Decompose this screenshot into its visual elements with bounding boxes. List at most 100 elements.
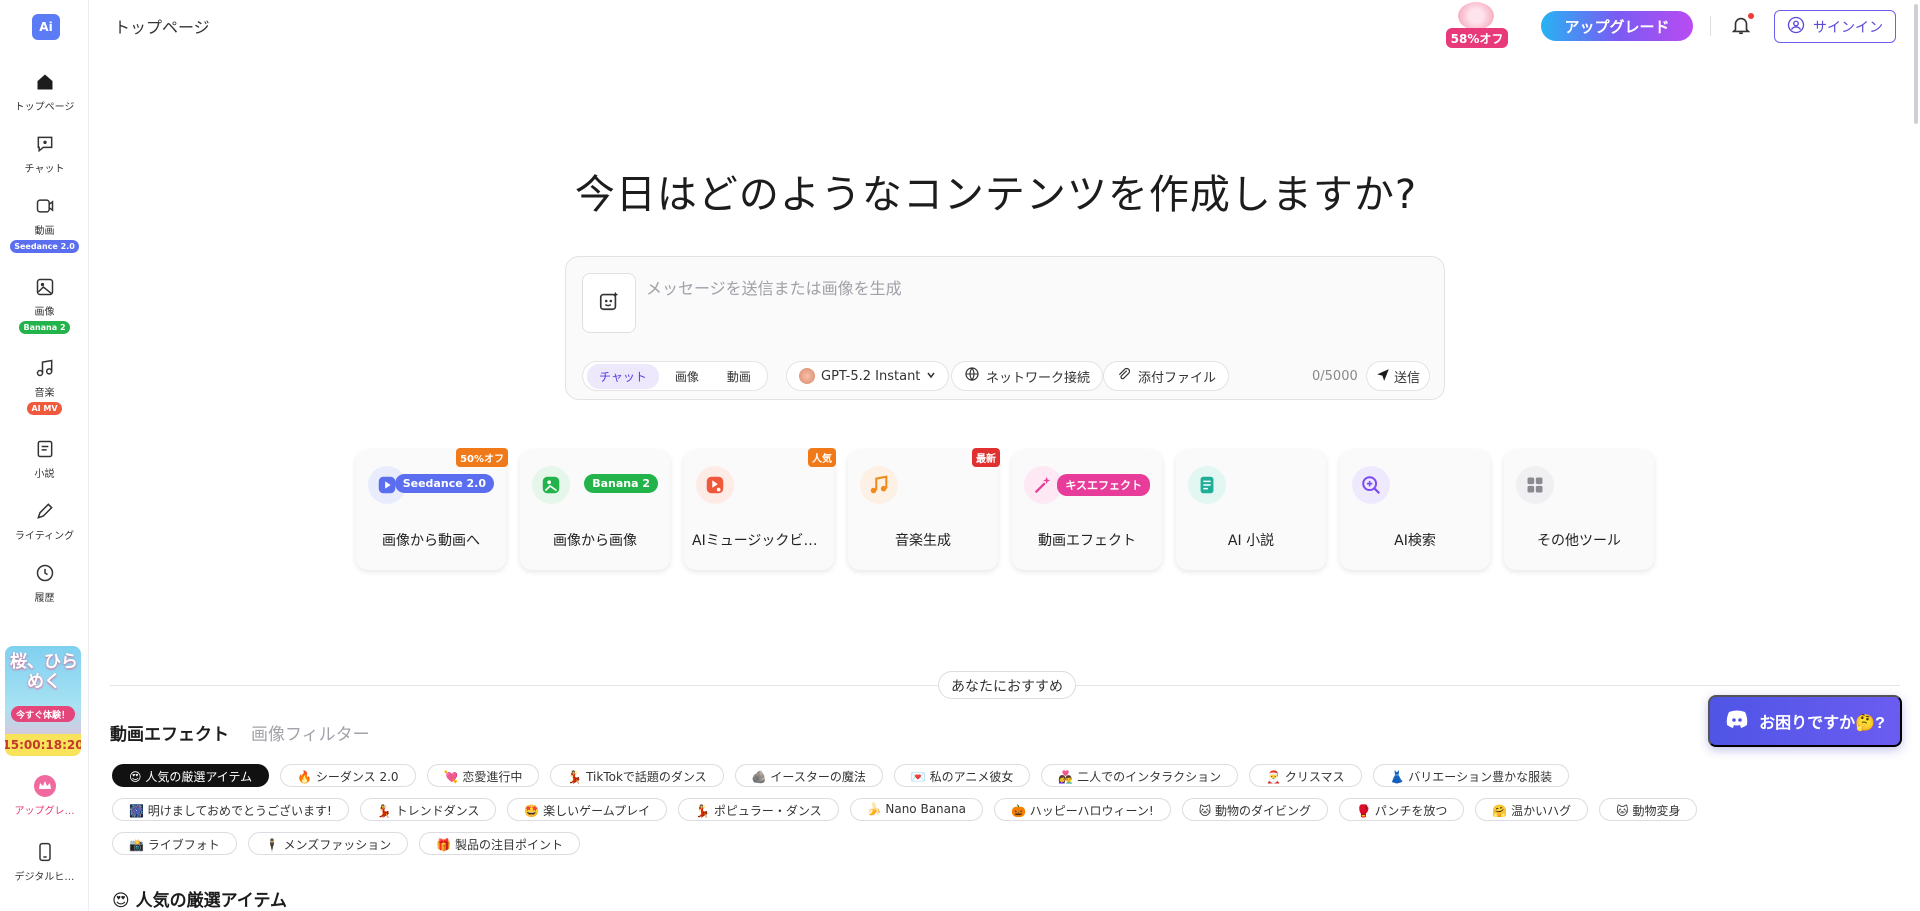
tool-card-label: 画像から動画へ — [382, 533, 480, 549]
ai-mv-badge: AI MV — [27, 402, 62, 415]
tool-card-video-effects[interactable]: キスエフェクト 動画エフェクト — [1012, 450, 1162, 570]
tool-card-ai-novel[interactable]: AI 小説 — [1176, 450, 1326, 570]
category-chip[interactable]: 💃 TikTokで話題のダンス — [550, 764, 724, 787]
sidebar-item-video[interactable]: 動画 Seedance 2.0 — [0, 194, 89, 253]
magic-wand-icon — [1024, 466, 1062, 504]
sidebar-item-music[interactable]: 音楽 AI MV — [0, 356, 89, 415]
signin-button[interactable]: サインイン — [1774, 10, 1896, 43]
send-label: 送信 — [1393, 369, 1420, 385]
category-chip[interactable]: 🎁 製品の注目ポイント — [419, 832, 581, 855]
banana-badge: Banana 2 — [19, 321, 70, 334]
category-chip[interactable]: 👩‍❤️‍👨 二人でのインタラクション — [1041, 764, 1239, 787]
tool-card-music-generation[interactable]: 最新 音楽生成 — [848, 448, 1000, 570]
category-chip[interactable]: 🤗 温かいハグ — [1475, 798, 1589, 821]
message-input[interactable] — [646, 273, 1426, 303]
category-chip[interactable]: 💌 私のアニメ彼女 — [893, 764, 1031, 787]
tool-card-image-to-image[interactable]: Banana 2 画像から画像 — [520, 450, 670, 570]
sidebar-item-label: 音楽 — [34, 388, 55, 399]
category-chips: 😍 人気の厳選アイテム 🔥 シーダンス 2.0 💘 恋愛進行中 💃 TikTok… — [112, 764, 1812, 855]
category-chip[interactable]: 🎆 明けましておめでとうございます! — [112, 798, 349, 821]
notification-button[interactable] — [1730, 13, 1754, 39]
model-name: GPT-5.2 Instant — [821, 368, 921, 384]
category-chip[interactable]: 🪨 イースターの魔法 — [734, 764, 883, 787]
char-counter: 0/5000 — [1312, 369, 1358, 384]
sidebar-item-label: チャット — [24, 164, 65, 175]
category-chip[interactable]: 👗 バリエーション豊かな服装 — [1372, 764, 1570, 787]
sidebar-item-writing[interactable]: ライティング — [0, 499, 89, 542]
tool-card-other-tools[interactable]: その他ツール — [1504, 450, 1654, 570]
image-sparkle-icon — [598, 290, 620, 316]
user-icon — [1787, 16, 1805, 37]
sidebar-item-upgrade[interactable]: アップグレード — [0, 774, 89, 817]
globe-icon — [964, 366, 980, 386]
image-icon — [33, 275, 57, 299]
mode-tab-chat[interactable]: チャット — [587, 363, 659, 389]
attach-file-button[interactable]: 添付ファイル — [1103, 361, 1230, 391]
sakura-flower-icon — [1458, 2, 1494, 30]
chevron-down-icon — [926, 369, 936, 384]
tool-card-ai-music-video[interactable]: 人気 AIミュージックビデオ — [684, 448, 836, 570]
sidebar-item-label: 動画 — [34, 226, 55, 237]
category-chip[interactable]: 🍌 Nano Banana — [849, 798, 983, 821]
model-avatar-icon — [799, 368, 815, 384]
phone-icon — [33, 840, 57, 864]
tool-card-label: AI検索 — [1394, 533, 1436, 549]
discord-help-button[interactable]: お困りですか🤔? — [1708, 695, 1902, 747]
tool-card-label: 音楽生成 — [895, 533, 951, 549]
category-chip[interactable]: 💃 ポピュラー・ダンス — [678, 798, 839, 821]
paperclip-icon — [1116, 366, 1132, 386]
tab-video-effects[interactable]: 動画エフェクト — [110, 720, 229, 745]
section-title: 😍 人気の厳選アイテム — [112, 891, 287, 911]
sidebar-item-label: アップグレード — [14, 806, 75, 817]
category-chip[interactable]: 🥊 パンチを放つ — [1339, 798, 1465, 821]
promo-countdown: 15:00:18:20 — [5, 734, 81, 756]
category-chip[interactable]: 🐱 動物のダイビング — [1181, 798, 1329, 821]
image-generate-button[interactable] — [582, 273, 636, 333]
pen-icon — [33, 499, 57, 523]
mode-tab-image[interactable]: 画像 — [663, 364, 711, 389]
category-chip[interactable]: 🔥 シーダンス 2.0 — [280, 764, 416, 787]
sakura-promo-banner[interactable]: 桜、ひらめく 今すぐ体験！ 15:00:18:20 — [5, 646, 81, 756]
chat-icon — [33, 132, 57, 156]
sidebar-item-digital-human[interactable]: デジタルヒューマン — [0, 840, 89, 883]
category-chip[interactable]: 🎅 クリスマス — [1249, 764, 1362, 787]
category-chip[interactable]: 📸 ライブフォト — [112, 832, 237, 855]
help-label: お困りですか🤔? — [1759, 715, 1885, 732]
sidebar-item-label: ライティング — [14, 531, 75, 542]
sidebar-item-history[interactable]: 履歴 — [0, 561, 89, 604]
sidebar-item-novel[interactable]: 小説 — [0, 437, 89, 480]
mode-tab-video[interactable]: 動画 — [715, 364, 763, 389]
sidebar-item-image[interactable]: 画像 Banana 2 — [0, 275, 89, 334]
sale-badge[interactable]: 58%オフ — [1446, 2, 1508, 50]
popular-corner-badge: 人気 — [808, 448, 836, 467]
tool-card-label: AI 小説 — [1227, 533, 1275, 549]
discount-corner-badge: 50%オフ — [456, 448, 508, 467]
hero-title: 今日はどのようなコンテンツを作成しますか? — [574, 172, 1418, 218]
music-icon — [33, 356, 57, 380]
category-chip[interactable]: 🕴 メンズファッション — [247, 832, 409, 855]
category-chip[interactable]: 🤩 楽しいゲームプレイ — [507, 798, 668, 821]
promo-title: 桜、ひらめく — [10, 652, 78, 692]
divider — [1710, 16, 1711, 36]
model-select[interactable]: GPT-5.2 Instant — [786, 361, 950, 391]
tool-card-image-to-video[interactable]: Seedance 2.0 50%オフ 画像から動画へ — [356, 448, 508, 570]
category-chip[interactable]: 💃 トレンドダンス — [359, 798, 497, 821]
tool-card-ai-search[interactable]: AI検索 — [1340, 450, 1490, 570]
promo-cta-button[interactable]: 今すぐ体験！ — [11, 706, 75, 722]
sidebar-item-label: トップページ — [14, 102, 75, 113]
sidebar-item-chat[interactable]: チャット — [0, 132, 89, 175]
novel-icon — [33, 437, 57, 461]
scrollbar-thumb[interactable] — [1914, 4, 1918, 124]
sidebar-item-home[interactable]: トップページ — [0, 70, 89, 113]
app-logo[interactable]: Ai — [32, 14, 60, 40]
category-chip[interactable]: 😍 人気の厳選アイテム — [112, 764, 270, 787]
upgrade-button[interactable]: アップグレード — [1541, 11, 1693, 41]
tab-image-filters[interactable]: 画像フィルター — [251, 720, 370, 745]
send-button[interactable]: 送信 — [1366, 361, 1430, 391]
category-chip[interactable]: 💘 恋愛進行中 — [426, 764, 540, 787]
category-chip[interactable]: 🎃 ハッピーハロウィーン! — [993, 798, 1171, 821]
network-toggle[interactable]: ネットワーク接続 — [951, 361, 1104, 391]
sidebar-item-label: 画像 — [34, 307, 55, 318]
category-chip[interactable]: 🐱 動物変身 — [1599, 798, 1698, 821]
sidebar-item-label: デジタルヒューマン — [14, 872, 75, 883]
